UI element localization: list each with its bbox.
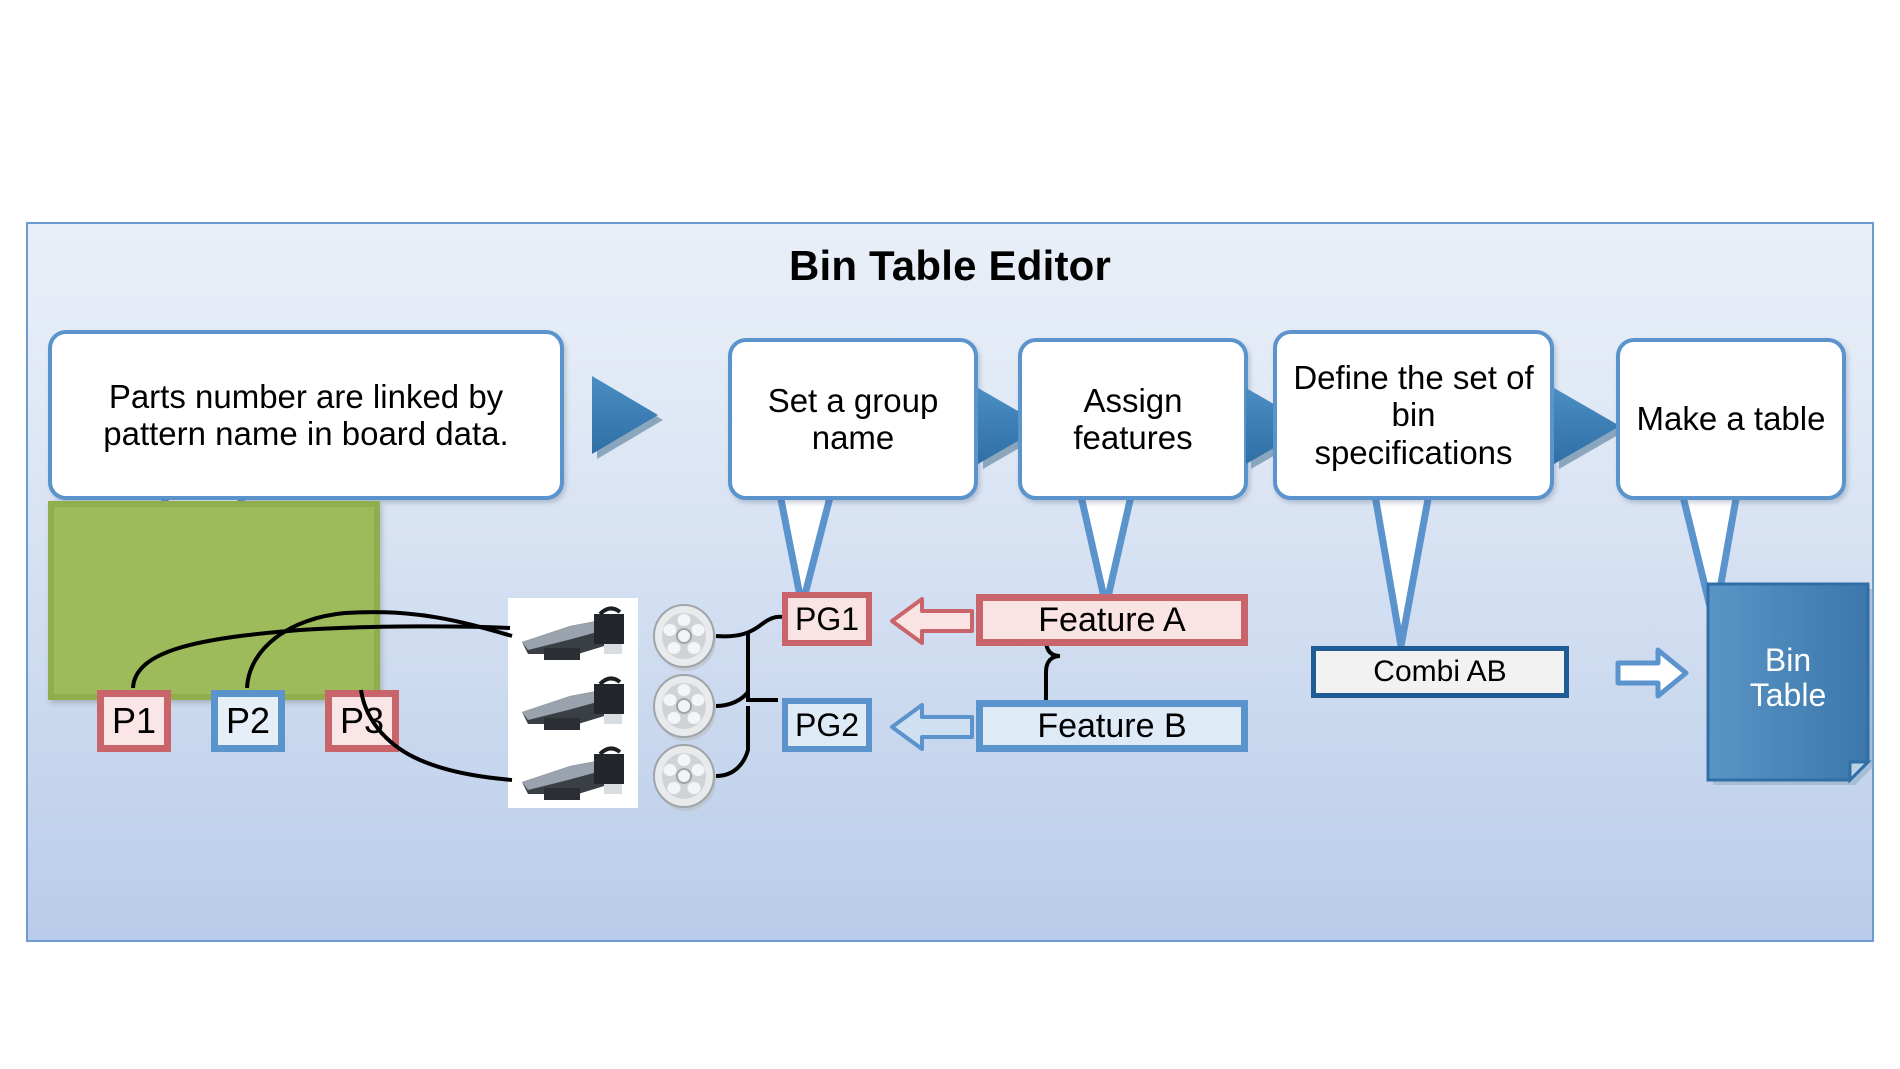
component-photo-icon-2 bbox=[508, 668, 638, 738]
group-label: PG2 bbox=[794, 706, 860, 743]
combi-box[interactable]: Combi AB bbox=[1311, 646, 1569, 698]
callout-define-bin-spec: Define the set of bin specifications bbox=[1273, 330, 1554, 650]
callout-set-group-name: Set a group name bbox=[728, 338, 978, 610]
part-label: P3 bbox=[339, 700, 385, 741]
component-photo-icon-1 bbox=[508, 598, 638, 668]
callout-make-table: Make a table bbox=[1616, 338, 1846, 627]
tape-reel-icon-2 bbox=[648, 670, 720, 742]
feature-box-a[interactable]: Feature A bbox=[976, 594, 1248, 646]
callout-text-make-table: Make a table bbox=[1616, 338, 1846, 500]
feature-label: Feature A bbox=[1038, 600, 1186, 639]
part-box-p3[interactable]: P3 bbox=[325, 690, 399, 752]
chevron-right-icon-1 bbox=[586, 370, 666, 460]
bin-table-label-wrap: Bin Table bbox=[1700, 580, 1876, 776]
part-label: P2 bbox=[225, 700, 271, 741]
block-arrow-right-icon-bin-table bbox=[1614, 645, 1690, 701]
diagram-canvas: Bin Table Editor Parts number are linked… bbox=[0, 0, 1900, 1069]
page-title: Bin Table Editor bbox=[788, 242, 1112, 289]
bin-table-label-line2: Table bbox=[1749, 677, 1827, 713]
bin-table-label-line1: Bin bbox=[1764, 642, 1812, 679]
callout-parts-linked: Parts number are linked by pattern name … bbox=[48, 330, 564, 602]
part-box-p1[interactable]: P1 bbox=[97, 690, 171, 752]
part-label: P1 bbox=[111, 700, 157, 741]
callout-text-set-group-name: Set a group name bbox=[728, 338, 978, 500]
block-arrow-left-icon-feature-b bbox=[888, 700, 976, 754]
combi-label: Combi AB bbox=[1373, 655, 1507, 688]
group-box-pg1[interactable]: PG1 bbox=[782, 592, 872, 646]
block-arrow-left-icon-feature-a bbox=[888, 594, 976, 648]
callout-text-assign-features: Assign features bbox=[1018, 338, 1248, 500]
bin-table-document[interactable]: Bin Table bbox=[1700, 580, 1876, 788]
group-box-pg2[interactable]: PG2 bbox=[782, 698, 872, 752]
board-data-area bbox=[48, 501, 380, 700]
part-box-p2[interactable]: P2 bbox=[211, 690, 285, 752]
callout-text-define-bin-spec: Define the set of bin specifications bbox=[1273, 330, 1554, 500]
group-label: PG1 bbox=[794, 600, 860, 637]
tape-reel-icon-3 bbox=[648, 740, 720, 812]
feature-label: Feature B bbox=[1037, 706, 1187, 745]
callout-text-parts-linked: Parts number are linked by pattern name … bbox=[48, 330, 564, 500]
tape-reel-icon-1 bbox=[648, 600, 720, 672]
component-photo-icon-3 bbox=[508, 738, 638, 808]
feature-box-b[interactable]: Feature B bbox=[976, 700, 1248, 752]
callout-assign-features: Assign features bbox=[1018, 338, 1248, 610]
